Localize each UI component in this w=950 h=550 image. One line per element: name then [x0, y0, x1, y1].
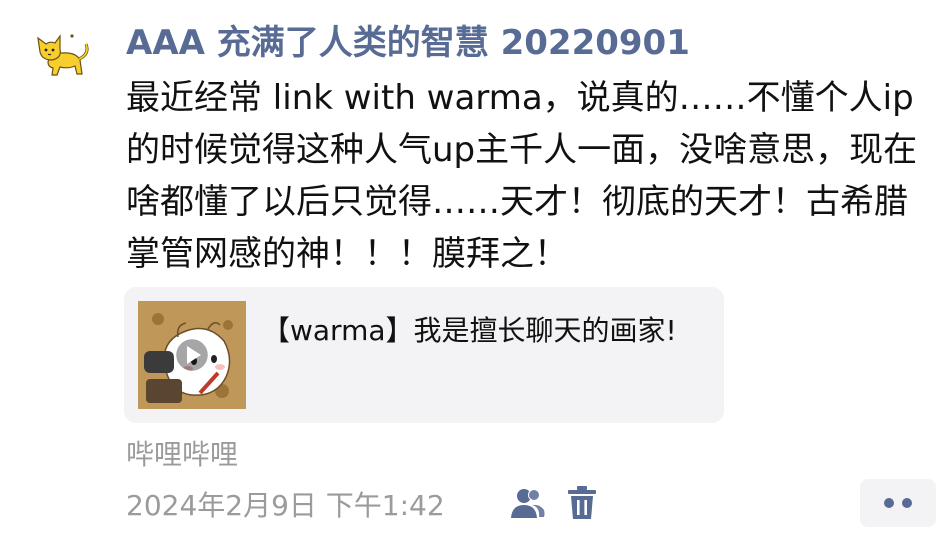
video-thumbnail — [138, 301, 246, 409]
author-name[interactable]: AAA 充满了人类的智慧 20220901 — [126, 15, 690, 64]
post-content: 最近经常 link with warma，说真的……不懂个人ip的时候觉得这种人… — [126, 78, 918, 274]
more-dot — [884, 498, 894, 508]
more-dots-icon[interactable] — [860, 479, 936, 527]
avatar[interactable] — [30, 22, 96, 88]
link-card-title: 【warma】我是擅长聊天的画家! — [262, 314, 677, 347]
trash-icon[interactable] — [566, 485, 598, 521]
people-icon[interactable] — [510, 486, 546, 520]
video-thumbnail-icon — [138, 301, 246, 409]
yellow-cat-avatar-icon — [30, 22, 96, 88]
link-card[interactable]: 【warma】我是擅长聊天的画家! — [124, 287, 724, 423]
source-label[interactable]: 哔哩哔哩 — [126, 433, 238, 473]
timestamp: 2024年2月9日 下午1:42 — [126, 489, 445, 522]
more-dot — [902, 498, 912, 508]
